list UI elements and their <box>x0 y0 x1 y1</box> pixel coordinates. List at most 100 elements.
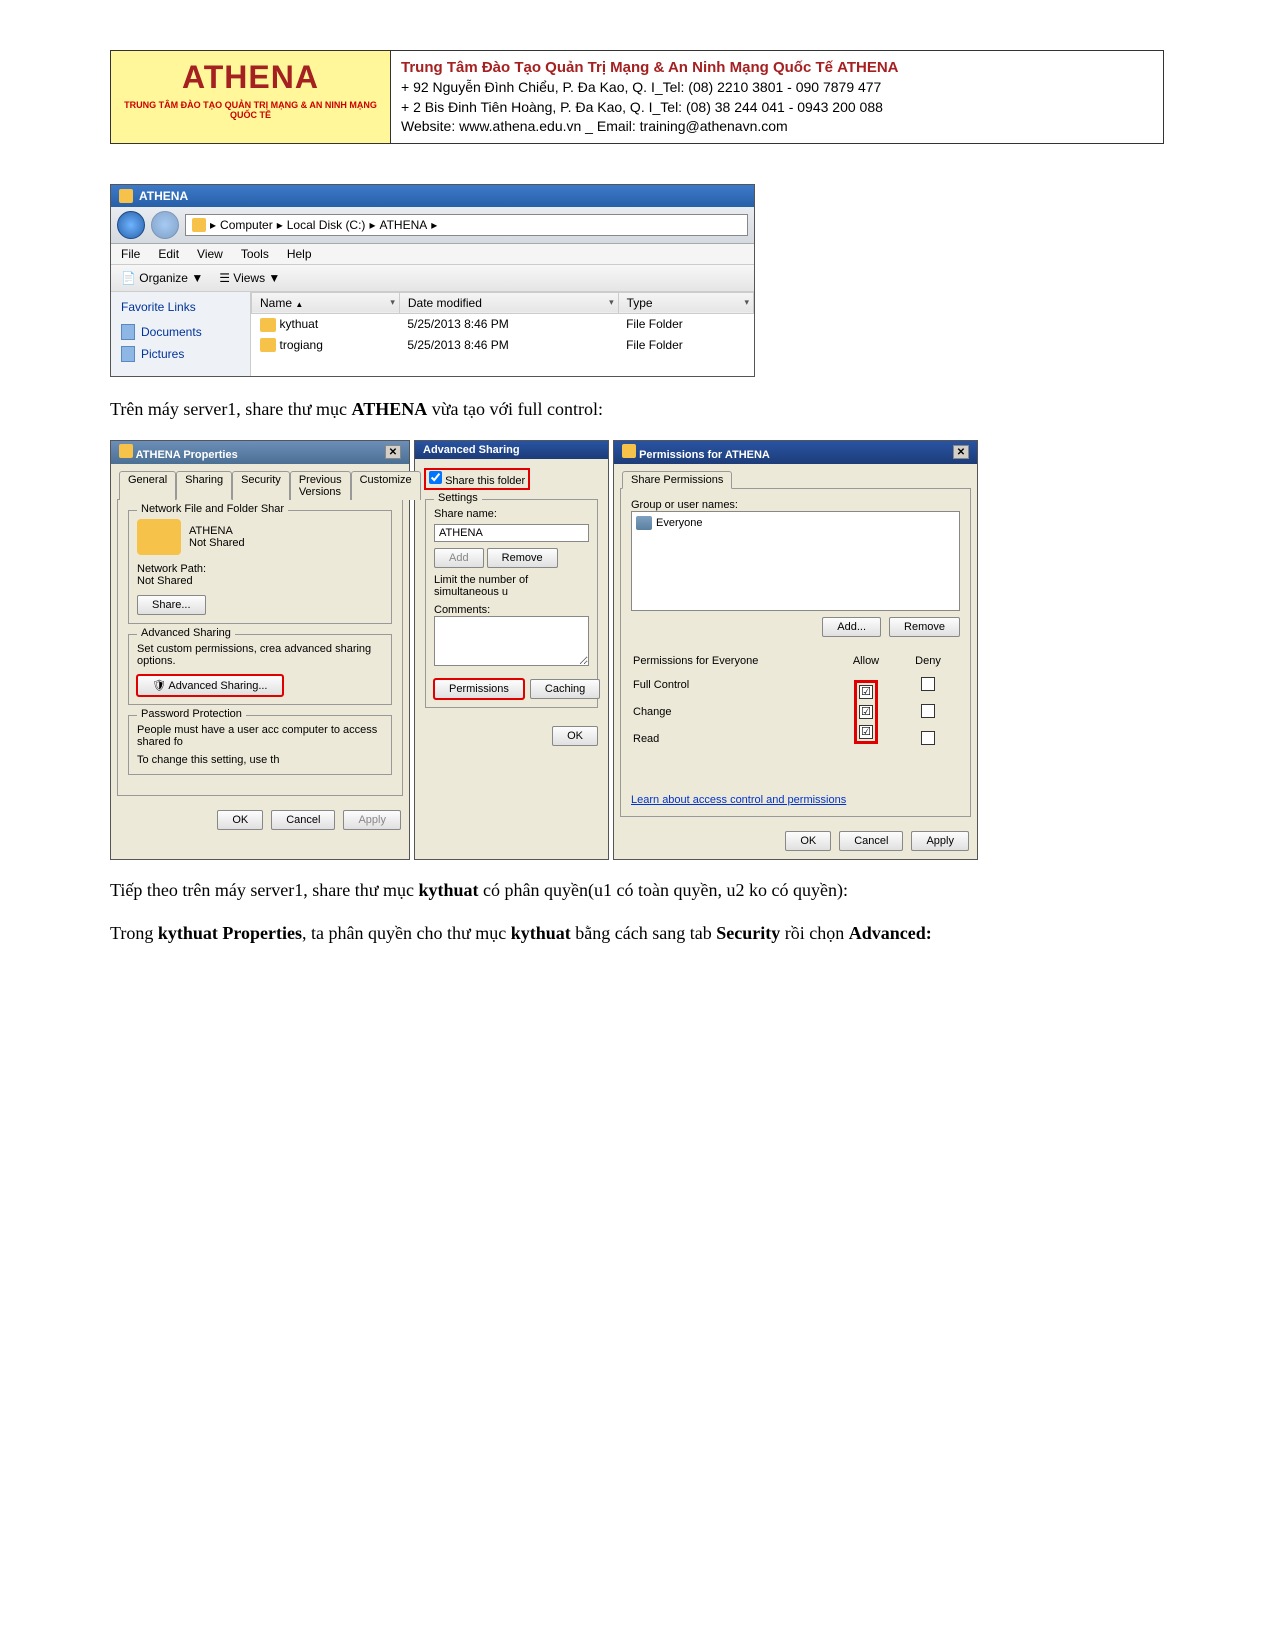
deny-change-checkbox[interactable] <box>921 704 935 718</box>
folder-name: ATHENA <box>189 525 245 537</box>
share-checkbox[interactable] <box>429 471 442 484</box>
views-button[interactable]: ☰ Views ▼ <box>219 271 280 285</box>
explorer-titlebar: ATHENA <box>111 185 754 207</box>
caching-button[interactable]: Caching <box>530 679 600 699</box>
toolbar: 📄 Organize ▼ ☰ Views ▼ <box>111 265 754 292</box>
perm-change: Change <box>633 700 834 725</box>
apply-button[interactable]: Apply <box>343 810 401 830</box>
apply-button[interactable]: Apply <box>911 831 969 851</box>
close-icon[interactable]: ✕ <box>385 445 401 459</box>
adv-text: Set custom permissions, crea advanced sh… <box>137 643 383 667</box>
permissions-dialog: Permissions for ATHENA ✕ Share Permissio… <box>613 440 978 860</box>
crumb-computer[interactable]: Computer <box>220 218 273 232</box>
folder-icon <box>119 444 133 458</box>
body-text-2: Tiếp theo trên máy server1, share thư mụ… <box>110 878 1164 903</box>
table-row[interactable]: kythuat 5/25/2013 8:46 PM File Folder <box>252 313 754 334</box>
deny-read-checkbox[interactable] <box>921 731 935 745</box>
tab-custom[interactable]: Customize <box>351 471 421 500</box>
pwd-text1: People must have a user acc computer to … <box>137 724 383 748</box>
ok-button[interactable]: OK <box>552 726 598 746</box>
properties-dialog: ATHENA Properties ✕ General Sharing Secu… <box>110 440 410 860</box>
ok-button[interactable]: OK <box>217 810 263 830</box>
folder-icon <box>260 318 276 332</box>
tab-general[interactable]: General <box>119 471 176 500</box>
netpath-label: Network Path: <box>137 563 383 575</box>
folder-icon <box>192 218 206 232</box>
ok-button[interactable]: OK <box>785 831 831 851</box>
permissions-table: Permissions for Everyone Allow Deny Full… <box>631 649 960 754</box>
users-icon <box>636 516 652 530</box>
menu-view[interactable]: View <box>197 247 223 261</box>
menu-help[interactable]: Help <box>287 247 312 261</box>
properties-titlebar: ATHENA Properties ✕ <box>111 441 409 464</box>
explorer-navbar: ▸ Computer ▸ Local Disk (C:) ▸ ATHENA ▸ <box>111 207 754 244</box>
group-title: Settings <box>434 492 482 504</box>
forward-button[interactable] <box>151 211 179 239</box>
group-names-label: Group or user names: <box>631 499 960 511</box>
menu-file[interactable]: File <box>121 247 140 261</box>
add-button[interactable]: Add <box>434 548 484 568</box>
allow-read-checkbox[interactable]: ☑ <box>859 725 873 739</box>
col-date[interactable]: Date modified▾ <box>399 292 618 313</box>
permissions-titlebar: Permissions for ATHENA ✕ <box>614 441 977 464</box>
favorites-pane: Favorite Links Documents Pictures <box>111 292 251 376</box>
tab-security[interactable]: Security <box>232 471 290 500</box>
limit-label: Limit the number of simultaneous u <box>434 574 589 598</box>
fav-pictures[interactable]: Pictures <box>121 346 240 362</box>
adv-titlebar: Advanced Sharing <box>415 441 608 459</box>
permissions-button[interactable]: Permissions <box>434 679 524 699</box>
allow-highlight: ☑ ☑ ☑ <box>854 680 878 744</box>
back-button[interactable] <box>117 211 145 239</box>
cancel-button[interactable]: Cancel <box>839 831 903 851</box>
brand-tagline: TRUNG TÂM ĐÀO TẠO QUẢN TRỊ MẠNG & AN NIN… <box>119 100 382 120</box>
allow-header: Allow <box>836 651 896 671</box>
group-settings: Settings Share name: ATHENA Add Remove L… <box>425 499 598 708</box>
pwd-text2: To change this setting, use th <box>137 754 383 766</box>
advanced-sharing-button[interactable]: 🛡 Advanced Sharing... <box>137 675 283 696</box>
comments-label: Comments: <box>434 604 589 616</box>
learn-link[interactable]: Learn about access control and permissio… <box>631 794 846 806</box>
col-type[interactable]: Type▾ <box>618 292 753 313</box>
col-name[interactable]: Name ▲▾ <box>252 292 400 313</box>
document-icon <box>121 324 135 340</box>
fav-documents[interactable]: Documents <box>121 324 240 340</box>
cancel-button[interactable]: Cancel <box>271 810 335 830</box>
tab-share-permissions[interactable]: Share Permissions <box>622 471 732 489</box>
logo-cell: ATHENA TRUNG TÂM ĐÀO TẠO QUẢN TRỊ MẠNG &… <box>111 51 391 143</box>
table-row[interactable]: trogiang 5/25/2013 8:46 PM File Folder <box>252 335 754 356</box>
allow-full-checkbox[interactable]: ☑ <box>859 685 873 699</box>
list-item[interactable]: Everyone <box>636 516 955 530</box>
group-title: Network File and Folder Shar <box>137 503 288 515</box>
folder-icon <box>137 519 181 555</box>
menu-tools[interactable]: Tools <box>241 247 269 261</box>
explorer-window: ATHENA ▸ Computer ▸ Local Disk (C:) ▸ AT… <box>110 184 755 377</box>
deny-full-checkbox[interactable] <box>921 677 935 691</box>
properties-tabs: General Sharing Security Previous Versio… <box>111 464 409 499</box>
share-this-folder-checkbox[interactable]: Share this folder <box>425 469 529 489</box>
share-name-label: Share name: <box>434 508 589 520</box>
close-icon[interactable]: ✕ <box>953 445 969 459</box>
breadcrumb[interactable]: ▸ Computer ▸ Local Disk (C:) ▸ ATHENA ▸ <box>185 214 748 236</box>
allow-change-checkbox[interactable]: ☑ <box>859 705 873 719</box>
user-list[interactable]: Everyone <box>631 511 960 611</box>
crumb-folder[interactable]: ATHENA <box>379 218 427 232</box>
menu-edit[interactable]: Edit <box>158 247 179 261</box>
organize-button[interactable]: 📄 Organize ▼ <box>121 271 203 285</box>
group-advanced-sharing: Advanced Sharing Set custom permissions,… <box>128 634 392 705</box>
header-addr1: + 92 Nguyễn Đình Chiểu, P. Đa Kao, Q. I_… <box>401 78 1153 98</box>
tab-prev[interactable]: Previous Versions <box>290 471 351 500</box>
remove-button[interactable]: Remove <box>889 617 960 637</box>
menubar: File Edit View Tools Help <box>111 244 754 265</box>
remove-button[interactable]: Remove <box>487 548 558 568</box>
share-button[interactable]: Share... <box>137 595 206 615</box>
add-button[interactable]: Add... <box>822 617 881 637</box>
perm-read: Read <box>633 727 834 752</box>
tab-sharing[interactable]: Sharing <box>176 471 232 500</box>
crumb-disk[interactable]: Local Disk (C:) <box>287 218 366 232</box>
share-name-input[interactable]: ATHENA <box>434 524 589 542</box>
group-title: Password Protection <box>137 708 246 720</box>
header-line1: Trung Tâm Đào Tạo Quản Trị Mạng & An Nin… <box>401 59 833 76</box>
file-list: Name ▲▾ Date modified▾ Type▾ kythuat 5/2… <box>251 292 754 376</box>
folder-icon <box>119 189 133 203</box>
comments-input[interactable] <box>434 616 589 666</box>
